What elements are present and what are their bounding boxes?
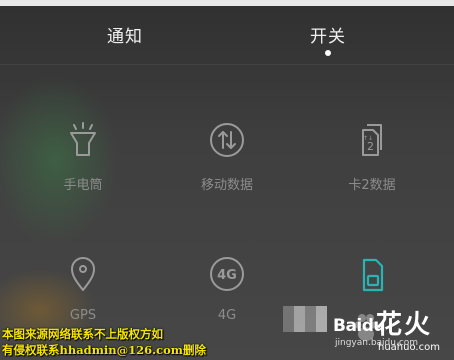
flashlight-icon [70, 122, 96, 156]
panel-tab-bar: 通知 开关 [0, 6, 454, 65]
huahuo-watermark: 花火 [376, 310, 433, 340]
copyright-notice: 本图来源网络联系不上版权方如 有侵权联系hhadmin@126.com删除 [2, 326, 212, 358]
toggle-flashlight[interactable]: 手电筒 [23, 120, 143, 220]
sim2-data-icon: 2 ↑↓ [362, 124, 382, 156]
toggle-label: GPS [69, 308, 97, 323]
4g-icon: 4G [210, 257, 244, 291]
copyright-line-1: 本图来源网络联系不上版权方如 [2, 327, 163, 341]
toggle-label: 4G [217, 308, 237, 323]
quick-settings-panel: 通知 开关 手电筒 移动数据 2 ↑↓ 卡2数据 GPS 4G 4G Baidu… [0, 0, 454, 360]
sim-card-icon [362, 258, 384, 292]
mobile-data-icon [210, 123, 244, 157]
huahuo-url-watermark: huahuo.com [378, 342, 440, 353]
location-pin-icon [71, 257, 95, 291]
tab-switches[interactable]: 开关 [310, 22, 346, 47]
toggle-label: 卡2数据 [348, 178, 396, 193]
toggle-sim2-data[interactable]: 2 ↑↓ 卡2数据 [312, 120, 432, 220]
active-tab-indicator [325, 50, 331, 56]
svg-text:↑↓: ↑↓ [363, 135, 373, 142]
toggle-mobile-data[interactable]: 移动数据 [167, 120, 287, 220]
svg-text:4G: 4G [217, 268, 237, 283]
pixelated-watermark [283, 306, 327, 332]
toggle-label: 移动数据 [200, 178, 253, 193]
copyright-line-2: 有侵权联系hhadmin@126.com删除 [2, 343, 206, 357]
tab-notifications[interactable]: 通知 [107, 22, 143, 47]
toggle-label: 手电筒 [63, 178, 103, 193]
